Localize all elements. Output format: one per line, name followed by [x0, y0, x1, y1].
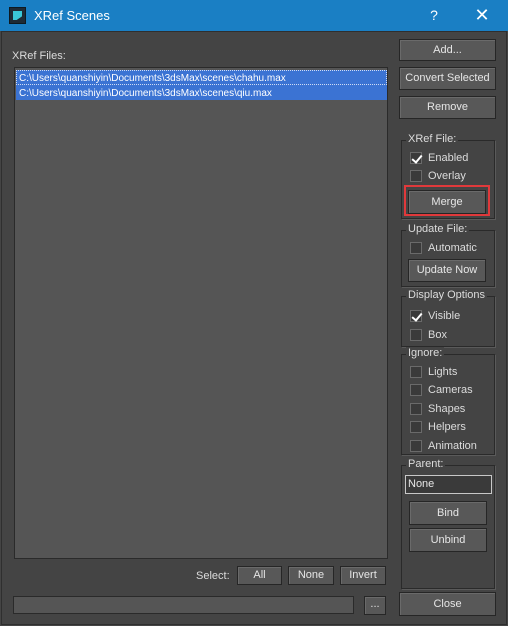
merge-highlight-box	[404, 185, 490, 216]
select-label: Select:	[196, 570, 230, 582]
unbind-button[interactable]: Unbind	[409, 528, 487, 552]
cameras-label: Cameras	[428, 383, 473, 396]
automatic-label: Automatic	[428, 241, 477, 254]
ignore-cameras-checkbox[interactable]: Cameras	[410, 382, 473, 397]
checkbox-box	[410, 241, 422, 254]
ignore-helpers-checkbox[interactable]: Helpers	[410, 419, 466, 434]
display-options-group-title: Display Options	[406, 289, 488, 301]
animation-label: Animation	[428, 439, 477, 452]
dialog-body: XRef Files: C:\Users\quanshiyin\Document…	[1, 31, 507, 625]
checkbox-box	[410, 439, 422, 452]
visible-checkbox[interactable]: Visible	[410, 308, 460, 323]
help-button[interactable]: ?	[416, 0, 452, 31]
parent-field[interactable]: None	[405, 475, 492, 494]
overlay-checkbox[interactable]: Overlay	[410, 168, 466, 183]
close-window-button[interactable]: ✕	[460, 0, 504, 31]
xref-app-icon	[9, 7, 26, 24]
select-invert-button[interactable]: Invert	[340, 566, 386, 585]
automatic-checkbox[interactable]: Automatic	[410, 240, 477, 255]
select-none-button[interactable]: None	[288, 566, 334, 585]
helpers-label: Helpers	[428, 420, 466, 433]
checkbox-box	[410, 365, 422, 378]
parent-group: Parent: None Bind Unbind	[401, 458, 495, 589]
update-file-group-title: Update File:	[406, 223, 470, 235]
bind-button[interactable]: Bind	[409, 501, 487, 525]
list-item[interactable]: C:\Users\quanshiyin\Documents\3dsMax\sce…	[16, 70, 387, 85]
parent-group-title: Parent:	[406, 458, 446, 470]
ignore-animation-checkbox[interactable]: Animation	[410, 438, 477, 453]
xref-file-group-title: XRef File:	[406, 133, 459, 145]
lights-label: Lights	[428, 365, 458, 378]
remove-button[interactable]: Remove	[399, 96, 496, 119]
list-item[interactable]: C:\Users\quanshiyin\Documents\3dsMax\sce…	[16, 85, 387, 100]
checkbox-box	[410, 169, 422, 182]
ignore-group-title: Ignore:	[406, 347, 445, 359]
checkbox-box	[410, 151, 422, 164]
browse-button[interactable]: ...	[364, 596, 386, 615]
visible-label: Visible	[428, 309, 461, 322]
ignore-group: Ignore: Lights Cameras Shapes Helpers An…	[401, 347, 495, 455]
checkbox-box	[410, 420, 422, 433]
enabled-label: Enabled	[428, 151, 469, 164]
display-options-group: Display Options Visible Box	[401, 289, 495, 347]
box-checkbox[interactable]: Box	[410, 327, 447, 342]
update-file-group: Update File: Automatic Update Now	[401, 223, 495, 287]
checkbox-box	[410, 328, 422, 341]
enabled-checkbox[interactable]: Enabled	[410, 150, 468, 165]
shapes-label: Shapes	[428, 402, 466, 415]
file-path-field[interactable]	[13, 596, 354, 614]
checkbox-box	[410, 383, 422, 396]
checkbox-box	[410, 402, 422, 415]
box-label: Box	[428, 328, 447, 341]
checkbox-box	[410, 309, 422, 322]
xref-files-list[interactable]: C:\Users\quanshiyin\Documents\3dsMax\sce…	[14, 67, 388, 559]
title-bar: XRef Scenes ? ✕	[0, 0, 508, 31]
close-button[interactable]: Close	[399, 592, 496, 616]
update-now-button[interactable]: Update Now	[408, 259, 486, 282]
convert-selected-button[interactable]: Convert Selected	[399, 67, 496, 90]
xref-files-label: XRef Files:	[12, 50, 66, 62]
overlay-label: Overlay	[428, 169, 466, 182]
ignore-lights-checkbox[interactable]: Lights	[410, 364, 457, 379]
window-title: XRef Scenes	[34, 8, 110, 23]
add-button[interactable]: Add...	[399, 39, 496, 61]
select-all-button[interactable]: All	[237, 566, 282, 585]
ignore-shapes-checkbox[interactable]: Shapes	[410, 401, 465, 416]
